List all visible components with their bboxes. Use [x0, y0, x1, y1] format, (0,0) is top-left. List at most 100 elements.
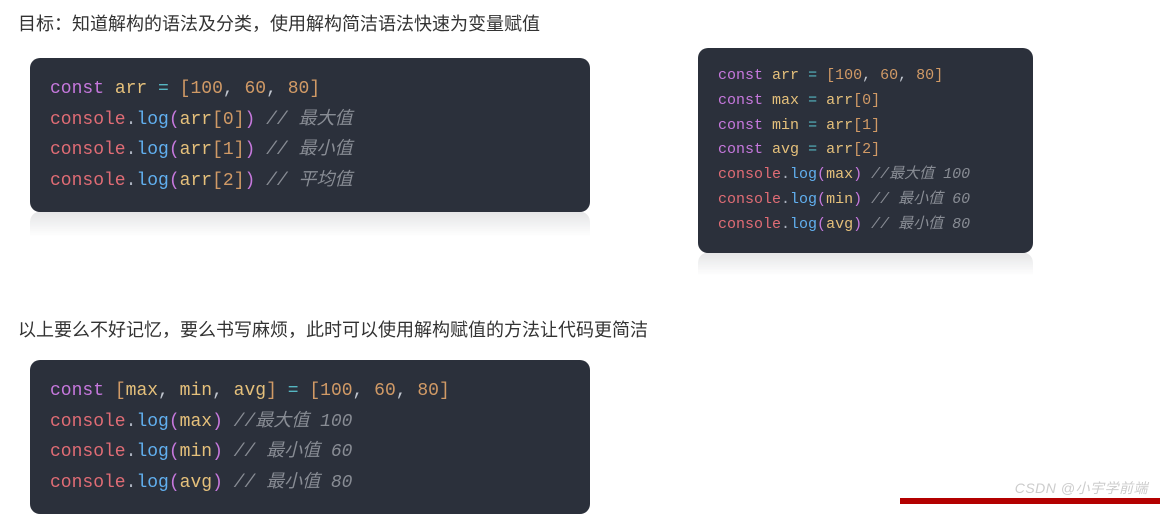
operator: = — [808, 141, 817, 158]
function: log — [790, 166, 817, 183]
code-block-2-wrap: const arr = [100, 60, 80] const max = ar… — [698, 48, 1033, 253]
code-block-1: const arr = [100, 60, 80] console.log(ar… — [30, 58, 590, 212]
variable: arr — [772, 67, 799, 84]
heading-note: 以上要么不好记忆，要么书写麻烦，此时可以使用解构赋值的方法让代码更简洁 — [18, 316, 648, 342]
operator: = — [808, 92, 817, 109]
dot: . — [126, 110, 137, 130]
keyword: const — [718, 67, 763, 84]
number: 80 — [916, 67, 934, 84]
paren: ( — [169, 140, 180, 160]
variable: arr — [826, 117, 853, 134]
object: console — [50, 473, 126, 493]
paren: ) — [853, 166, 862, 183]
function: log — [136, 473, 168, 493]
variable: avg — [234, 381, 266, 401]
code-block-3-wrap: const [max, min, avg] = [100, 60, 80] co… — [30, 360, 590, 514]
variable: min — [180, 442, 212, 462]
number: 0 — [862, 92, 871, 109]
number: 100 — [320, 381, 352, 401]
bracket: ] — [234, 171, 245, 191]
function: log — [790, 191, 817, 208]
paren: ( — [817, 191, 826, 208]
object: console — [50, 442, 126, 462]
number: 0 — [223, 110, 234, 130]
dot: . — [126, 442, 137, 462]
variable: max — [126, 381, 158, 401]
paren: ( — [817, 166, 826, 183]
code-block-1-wrap: const arr = [100, 60, 80] console.log(ar… — [30, 58, 590, 212]
code-block-2: const arr = [100, 60, 80] const max = ar… — [698, 48, 1033, 253]
variable: arr — [180, 140, 212, 160]
keyword: const — [718, 141, 763, 158]
comma: , — [223, 79, 245, 99]
red-bar — [900, 498, 1160, 504]
comma: , — [898, 67, 916, 84]
keyword: const — [50, 381, 104, 401]
paren: ) — [853, 216, 862, 233]
variable: arr — [180, 171, 212, 191]
comment: // 最小值 60 — [223, 442, 353, 462]
dot: . — [126, 412, 137, 432]
object: console — [50, 412, 126, 432]
bracket: ] — [266, 381, 277, 401]
variable: max — [772, 92, 799, 109]
operator: = — [808, 67, 817, 84]
object: console — [718, 166, 781, 183]
comma: , — [396, 381, 418, 401]
variable: min — [826, 191, 853, 208]
code-block-1-reflection: console.log(arr[2]) // 平均值 — [30, 212, 590, 275]
bracket: ] — [871, 117, 880, 134]
bracket: ] — [439, 381, 450, 401]
function: log — [136, 171, 168, 191]
paren: ) — [212, 412, 223, 432]
bracket: [ — [115, 381, 126, 401]
paren: ( — [817, 216, 826, 233]
bracket: [ — [180, 79, 191, 99]
variable: avg — [772, 141, 799, 158]
dot: . — [781, 166, 790, 183]
object: console — [718, 191, 781, 208]
bracket: [ — [853, 117, 862, 134]
object: console — [50, 140, 126, 160]
bracket: ] — [934, 67, 943, 84]
bracket: [ — [309, 381, 320, 401]
function: log — [136, 110, 168, 130]
paren: ( — [169, 473, 180, 493]
variable: min — [772, 117, 799, 134]
variable: min — [180, 381, 212, 401]
number: 100 — [190, 79, 222, 99]
variable: max — [180, 412, 212, 432]
number: 100 — [835, 67, 862, 84]
bracket: ] — [234, 110, 245, 130]
bracket: [ — [853, 92, 862, 109]
bracket: [ — [853, 141, 862, 158]
bracket: ] — [309, 79, 320, 99]
comment: // 最小值 80 — [862, 216, 970, 233]
paren: ( — [169, 442, 180, 462]
comma: , — [212, 381, 234, 401]
paren: ( — [169, 110, 180, 130]
comma: , — [158, 381, 180, 401]
comment: // 最小值 80 — [223, 473, 353, 493]
operator: = — [288, 381, 299, 401]
object: console — [718, 216, 781, 233]
bracket: [ — [212, 140, 223, 160]
variable: avg — [180, 473, 212, 493]
paren: ) — [245, 140, 256, 160]
comma: , — [862, 67, 880, 84]
comment: // 最大值 — [255, 110, 352, 130]
number: 1 — [223, 140, 234, 160]
paren: ) — [245, 171, 256, 191]
keyword: const — [50, 79, 104, 99]
paren: ) — [212, 473, 223, 493]
object: console — [50, 110, 126, 130]
variable: avg — [826, 216, 853, 233]
comma: , — [353, 381, 375, 401]
bracket: ] — [234, 140, 245, 160]
comment: //最大值 100 — [862, 166, 970, 183]
variable: arr — [826, 141, 853, 158]
heading-goal: 目标：知道解构的语法及分类，使用解构简洁语法快速为变量赋值 — [0, 0, 1160, 36]
paren: ) — [212, 442, 223, 462]
watermark: CSDN @小宇学前端 — [1015, 478, 1148, 498]
variable: arr — [180, 110, 212, 130]
